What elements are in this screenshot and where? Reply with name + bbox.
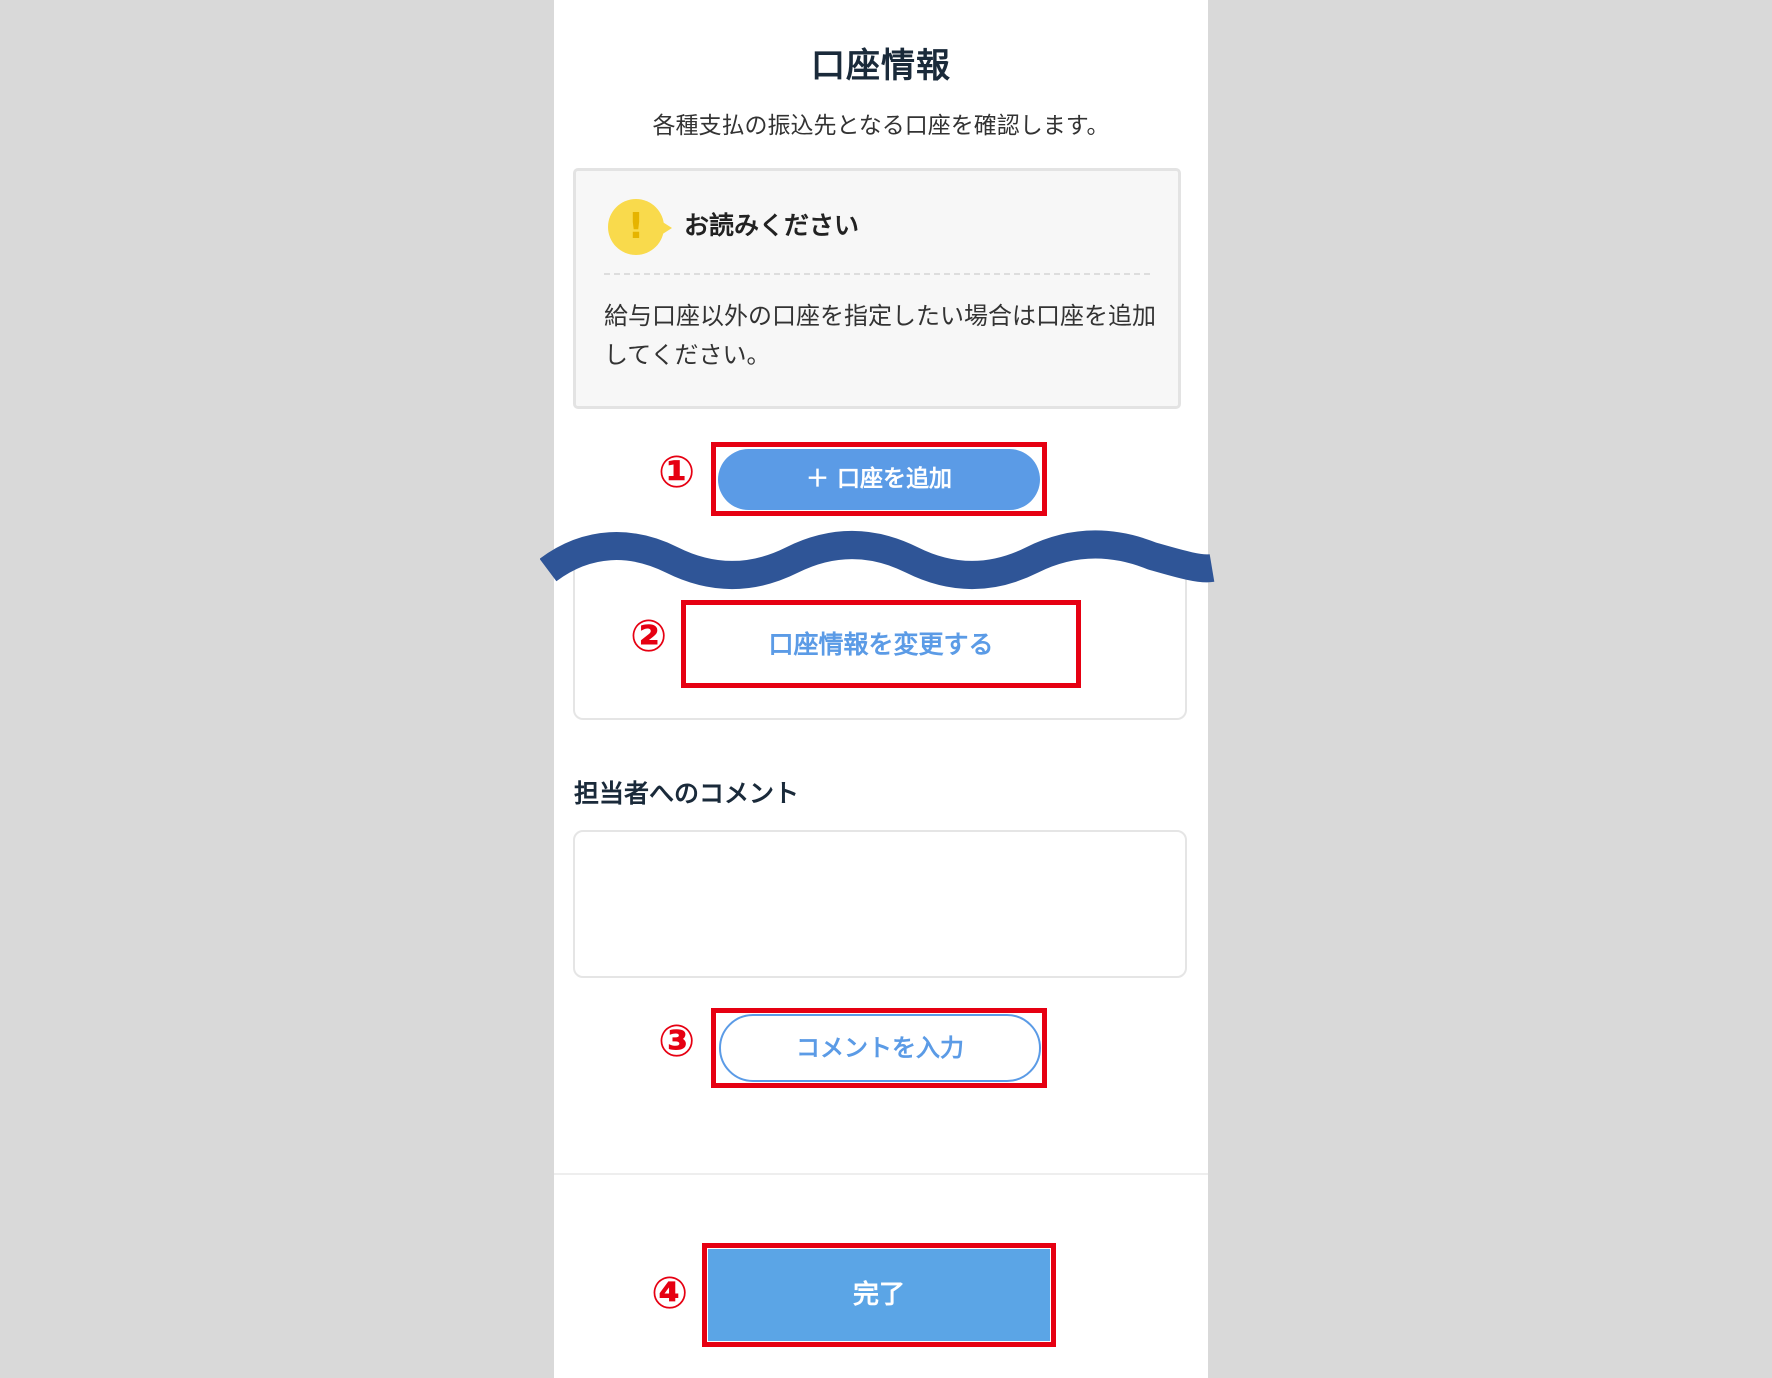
notice-body: 給与口座以外の口座を指定したい場合は口座を追加してください。 [604,302,1156,369]
highlight-box-4 [702,1243,1056,1347]
page-title: 口座情報 [811,46,951,86]
marker-3: ③ [658,1016,696,1067]
footer-divider [554,1173,1208,1175]
highlight-box-1 [711,442,1047,516]
marker-4: ④ [651,1268,689,1319]
comment-label: 担当者へのコメント [574,779,800,808]
highlight-box-2 [681,600,1081,688]
exclamation-icon: ! [608,199,672,255]
notice-heading: お読みください [684,211,860,240]
notice-divider [604,273,1150,275]
marker-2: ② [630,611,668,662]
wave-divider [540,530,1215,589]
marker-1: ① [658,447,696,498]
page-subtitle: 各種支払の振込先となる口座を確認します。 [652,113,1110,139]
highlight-box-3 [711,1008,1047,1088]
comment-field[interactable] [573,830,1187,978]
notice-card: ! お読みください 給与口座以外の口座を指定したい場合は口座を追加してください。 [573,168,1181,409]
